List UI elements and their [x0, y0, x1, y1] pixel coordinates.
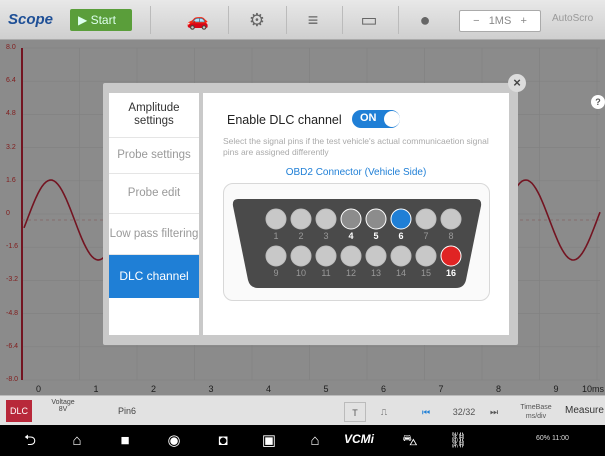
page-indicator: 32/32: [452, 407, 476, 417]
obd-pin-12[interactable]: [340, 245, 362, 267]
start-button[interactable]: ▶ Start: [70, 9, 132, 31]
toolbar-divider: [398, 6, 399, 34]
measure-button[interactable]: Measure: [565, 405, 604, 416]
obd-pin-9[interactable]: [265, 245, 287, 267]
timebase-minus-button[interactable]: −: [473, 15, 479, 27]
obd-pin-label: 4: [348, 231, 353, 241]
settings-menu: Amplitude settings Probe settings Probe …: [109, 93, 199, 335]
recents-icon[interactable]: ■: [115, 431, 135, 451]
timebase-stepper[interactable]: − 1MS +: [459, 10, 541, 32]
menu-amplitude-settings[interactable]: Amplitude settings: [109, 93, 199, 138]
channels-icon[interactable]: ≡: [301, 8, 325, 32]
connector-title: OBD2 Connector (Vehicle Side): [285, 167, 427, 178]
obd-pin-label: 15: [421, 268, 431, 278]
play-icon: ▶: [78, 13, 91, 27]
timebase-setting[interactable]: TimeBase ms/div: [514, 402, 558, 422]
bottom-control-bar: DLC Voltage 8V Pin6 T ⎍ ⏮ 32/32 ⏭ TimeBa…: [0, 395, 605, 425]
hint-text: Select the signal pins if the test vehic…: [223, 136, 489, 157]
timebase-value: 1MS: [488, 15, 512, 27]
obd-pin-6[interactable]: [390, 208, 412, 230]
channel-tag[interactable]: DLC: [6, 400, 32, 422]
garage-icon[interactable]: ⌂: [305, 431, 325, 451]
trigger-edge-icon[interactable]: ⎍: [373, 402, 395, 422]
obd-pin-2[interactable]: [290, 208, 312, 230]
obd-pin-label: 7: [423, 231, 428, 241]
obd-pin-label: 3: [323, 231, 328, 241]
obd-connector: 1 2 3 4 5 6 7 89 10 11 12 13 14 15 16: [232, 199, 482, 288]
camera-icon[interactable]: ◘: [213, 431, 233, 451]
toolbar-divider: [228, 6, 229, 34]
toggle-state: ON: [360, 112, 377, 124]
obd-pin-label: 16: [446, 268, 456, 278]
gear-icon[interactable]: ⚙: [245, 8, 269, 32]
browser-icon[interactable]: ◉: [164, 431, 184, 451]
obd-pin-8[interactable]: [440, 208, 462, 230]
obd-pin-label: 2: [298, 231, 303, 241]
vcm-icon[interactable]: VCMi: [344, 432, 374, 446]
obd-pin-label: 6: [398, 231, 403, 241]
obd-pin-label: 10: [296, 268, 306, 278]
obd-pin-1[interactable]: [265, 208, 287, 230]
pin-setting[interactable]: Pin6: [118, 406, 136, 416]
obd-pin-4[interactable]: [340, 208, 362, 230]
menu-probe-settings[interactable]: Probe settings: [109, 138, 199, 174]
toolbar-divider: [150, 6, 151, 34]
menu-low-pass-filtering[interactable]: Low pass filtering: [109, 214, 199, 255]
trigger-button[interactable]: T: [344, 402, 366, 422]
obd-pin-label: 11: [321, 268, 330, 278]
top-toolbar: Scope ▶ Start 🚗 ⚙ ≡ ▭ ● − 1MS + AutoScro: [0, 0, 605, 40]
voltage-setting[interactable]: Voltage 8V: [44, 399, 82, 413]
timebase-plus-button[interactable]: +: [520, 15, 526, 27]
app-logo: Scope: [8, 11, 54, 28]
status-bar: 60% 11:00: [536, 435, 569, 442]
obd-pin-11[interactable]: [315, 245, 337, 267]
menu-dlc-channel[interactable]: DLC channel: [109, 255, 199, 298]
obd-pin-3[interactable]: [315, 208, 337, 230]
obd-pin-label: 1: [273, 231, 278, 241]
obd-pin-14[interactable]: [390, 245, 412, 267]
enable-dlc-label: Enable DLC channel: [227, 113, 342, 127]
vehicle-icon[interactable]: ⛍: [400, 431, 420, 451]
obd-pin-5[interactable]: [365, 208, 387, 230]
autoscroll-button[interactable]: AutoScro: [552, 13, 593, 24]
back-icon[interactable]: ⮌: [20, 431, 40, 451]
obd-pin-label: 13: [371, 268, 381, 278]
obd-pin-label: 8: [448, 231, 453, 241]
help-icon[interactable]: ●: [413, 8, 437, 32]
car-icon[interactable]: 🚗: [186, 8, 210, 32]
system-navbar: ⮌ ⌂ ■ ◉ ◘ ▣ ⌂ VCMi ⛍ ⛓ 60% 11:00: [0, 425, 605, 456]
dlc-channel-panel: Enable DLC channel ON Select the signal …: [203, 93, 509, 335]
obd-pin-label: 12: [346, 268, 356, 278]
help-badge-icon[interactable]: ?: [591, 95, 605, 109]
obd-pin-label: 9: [273, 268, 278, 278]
obd-pin-16[interactable]: [440, 245, 462, 267]
folder-icon[interactable]: ▭: [357, 8, 381, 32]
close-icon[interactable]: ×: [508, 74, 526, 92]
obd-pin-13[interactable]: [365, 245, 387, 267]
obd-pin-15[interactable]: [415, 245, 437, 267]
enable-dlc-toggle[interactable]: ON: [352, 110, 400, 128]
menu-probe-edit[interactable]: Probe edit: [109, 174, 199, 214]
home-icon[interactable]: ⌂: [67, 431, 87, 451]
toggle-knob: [384, 111, 400, 127]
first-page-icon[interactable]: ⏮: [418, 402, 434, 422]
obd-pin-label: 14: [396, 268, 406, 278]
toolbar-divider: [286, 6, 287, 34]
obd-pin-7[interactable]: [415, 208, 437, 230]
obd-pin-10[interactable]: [290, 245, 312, 267]
obd-pin-label: 5: [373, 231, 378, 241]
last-page-icon[interactable]: ⏭: [486, 402, 502, 422]
image-icon[interactable]: ▣: [259, 431, 279, 451]
obd-connector-frame: 1 2 3 4 5 6 7 8 9 10 11 12 13 14 15 16: [223, 183, 490, 301]
connection-icon[interactable]: ⛓: [448, 431, 468, 451]
toolbar-divider: [342, 6, 343, 34]
